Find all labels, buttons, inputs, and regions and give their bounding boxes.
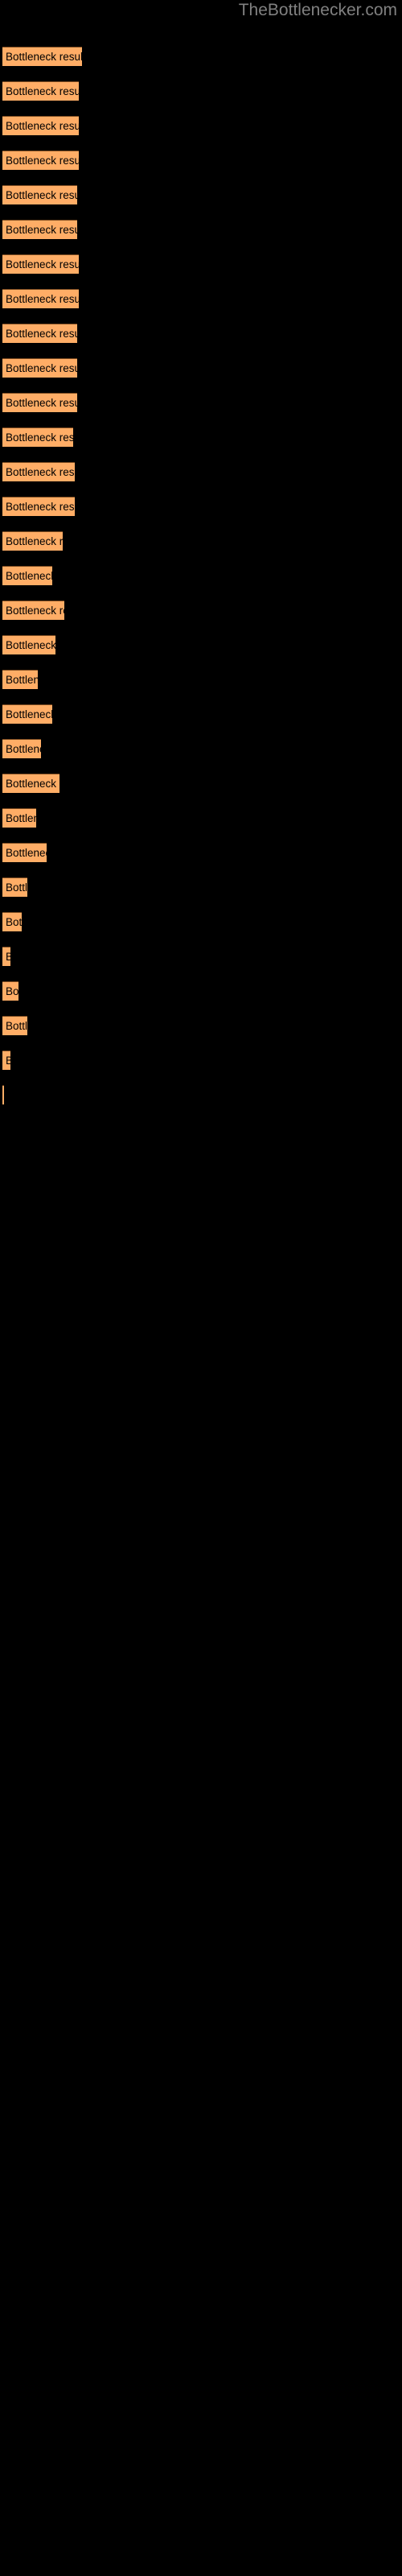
bar-label-clip: Bottleneck result (2, 151, 79, 170)
bar-row: Bottleneck result (2, 116, 79, 135)
bar-row: Bottleneck result (2, 81, 79, 101)
bar-label-clip: Bottleneck result (2, 739, 41, 758)
bar-label-clip: Bottleneck result (2, 981, 18, 1001)
bar-label: Bottleneck result (6, 674, 38, 686)
bar-label-clip: Bottleneck result (2, 185, 77, 204)
bar-row: Bottleneck result (2, 947, 10, 966)
bar-row: Bottleneck result (2, 497, 75, 516)
bar-row: Bottleneck result (2, 254, 79, 274)
bar-row: Bottleneck result (2, 427, 73, 447)
bar-label-clip: Bottleneck result (2, 81, 79, 101)
bar-row: Bottleneck result (2, 704, 52, 724)
bar-row: Bottleneck result (2, 151, 79, 170)
bar-label-clip: Bottleneck result (2, 220, 77, 239)
bar-row: Bottleneck result (2, 912, 22, 931)
bar-label: Bottleneck result (6, 466, 75, 478)
bar-row: Bottleneck result (2, 324, 77, 343)
bar-label: Bottleneck result (6, 535, 63, 547)
bar-label: Bottleneck result (6, 1020, 27, 1032)
bar-label-clip: Bottleneck result (2, 774, 59, 793)
bar-label-clip: Bottleneck result (2, 635, 55, 654)
bar-label-clip: Bottleneck result (2, 289, 79, 308)
bar-label: Bottleneck result (6, 328, 77, 340)
bar-row: Bottleneck result (2, 566, 52, 585)
bar-label: Bottleneck result (6, 397, 77, 409)
bar-label-clip: Bottleneck result (2, 1051, 10, 1070)
bar-label: Bottleneck result (6, 85, 79, 97)
bar-label: Bottleneck result (6, 189, 77, 201)
bar-label-clip: Bottleneck result (2, 843, 47, 862)
bar-row: Bottleneck result (2, 1016, 27, 1035)
bar-label-clip: Bottleneck result (2, 358, 77, 378)
bar-row: Bottleneck result (2, 185, 77, 204)
bar-label: Bottleneck result (6, 155, 79, 167)
bar-label-clip: Bottleneck result (2, 566, 52, 585)
bar-label-clip: Bottleneck result (2, 254, 79, 274)
bar-label: Bottleneck result (6, 51, 82, 63)
bar-label: Bottleneck result (6, 431, 73, 444)
bar-label: Bottleneck result (6, 258, 79, 270)
bar-label-clip: Bottleneck result (2, 497, 75, 516)
bar-row: Bottleneck result (2, 981, 18, 1001)
bar-label: Bottleneck result (6, 847, 47, 859)
bar-label: Bottleneck result (6, 120, 79, 132)
bar-row: Bottleneck result (2, 47, 82, 66)
bar-label: Bottleneck result (6, 881, 27, 894)
bar-label: Bottleneck result (6, 293, 79, 305)
bar-label-clip: Bottleneck result (2, 947, 10, 966)
bar-label: Bottleneck result (6, 985, 18, 997)
bar-label-clip: Bottleneck result (2, 1016, 27, 1035)
bar-label-clip: Bottleneck result (2, 808, 36, 828)
bar-label: Bottleneck result (6, 916, 22, 928)
bar-row: Bottleneck result (2, 462, 75, 481)
bar-label-clip: Bottleneck result (2, 670, 38, 689)
bar-label-clip: Bottleneck result (2, 462, 75, 481)
bar-row: Bottleneck result (2, 1051, 10, 1070)
bar-label: Bottleneck result (6, 501, 75, 513)
bar-label: Bottleneck result (6, 708, 52, 720)
bar-row: Bottleneck result (2, 635, 55, 654)
bar-label-clip: Bottleneck result (2, 601, 64, 620)
bar-label-clip: Bottleneck result (2, 531, 63, 551)
bar-row: Bottleneck result (2, 289, 79, 308)
bar-label-clip: Bottleneck result (2, 116, 79, 135)
bar-label: Bottleneck result (6, 639, 55, 651)
bar-label-clip: Bottleneck result (2, 704, 52, 724)
bar-row: Bottleneck result (2, 670, 38, 689)
bar-label: Bottleneck result (6, 778, 59, 790)
plot-area: Bottleneck result Bottleneck result Bottle… (0, 0, 402, 2576)
bar-row: Bottleneck result (2, 531, 63, 551)
bar-row: Bottleneck result (2, 877, 27, 897)
bar-label-clip: Bottleneck result (2, 427, 73, 447)
bar-label: Bottleneck result (6, 812, 36, 824)
bar-label: Bottleneck result (6, 224, 77, 236)
bar-row: Bottleneck result (2, 808, 36, 828)
bar-row: Bottleneck result (2, 358, 77, 378)
bar-row: Bottleneck result (2, 601, 64, 620)
bar-row: Bottleneck result (2, 739, 41, 758)
bar-label-clip: Bottleneck result (2, 877, 27, 897)
bar-label-clip: Bottleneck result (2, 912, 22, 931)
bar-label-clip: Bottleneck result (2, 47, 82, 66)
bar-label: Bottleneck result (6, 743, 41, 755)
bar-row: Bottleneck result (2, 1085, 4, 1104)
bar-label: Bottleneck result (6, 570, 52, 582)
site-watermark: TheBottlenecker.com (238, 1, 397, 19)
bar-label: Bottleneck result (6, 951, 10, 963)
bar-label: Bottleneck result (6, 362, 77, 374)
bar-row: Bottleneck result (2, 774, 59, 793)
bar-row: Bottleneck result (2, 220, 77, 239)
bar-label-clip: Bottleneck result (2, 393, 77, 412)
bar-label: Bottleneck result (6, 605, 64, 617)
bar-label-clip: Bottleneck result (2, 324, 77, 343)
bar-row: Bottleneck result (2, 393, 77, 412)
bar-row: Bottleneck result (2, 843, 47, 862)
bottleneck-bar-chart: Bottleneck result Bottleneck result Bottle… (0, 0, 402, 2576)
bar-label: Bottleneck result (6, 1055, 10, 1067)
bar-label-clip: Bottleneck result (2, 1085, 4, 1104)
